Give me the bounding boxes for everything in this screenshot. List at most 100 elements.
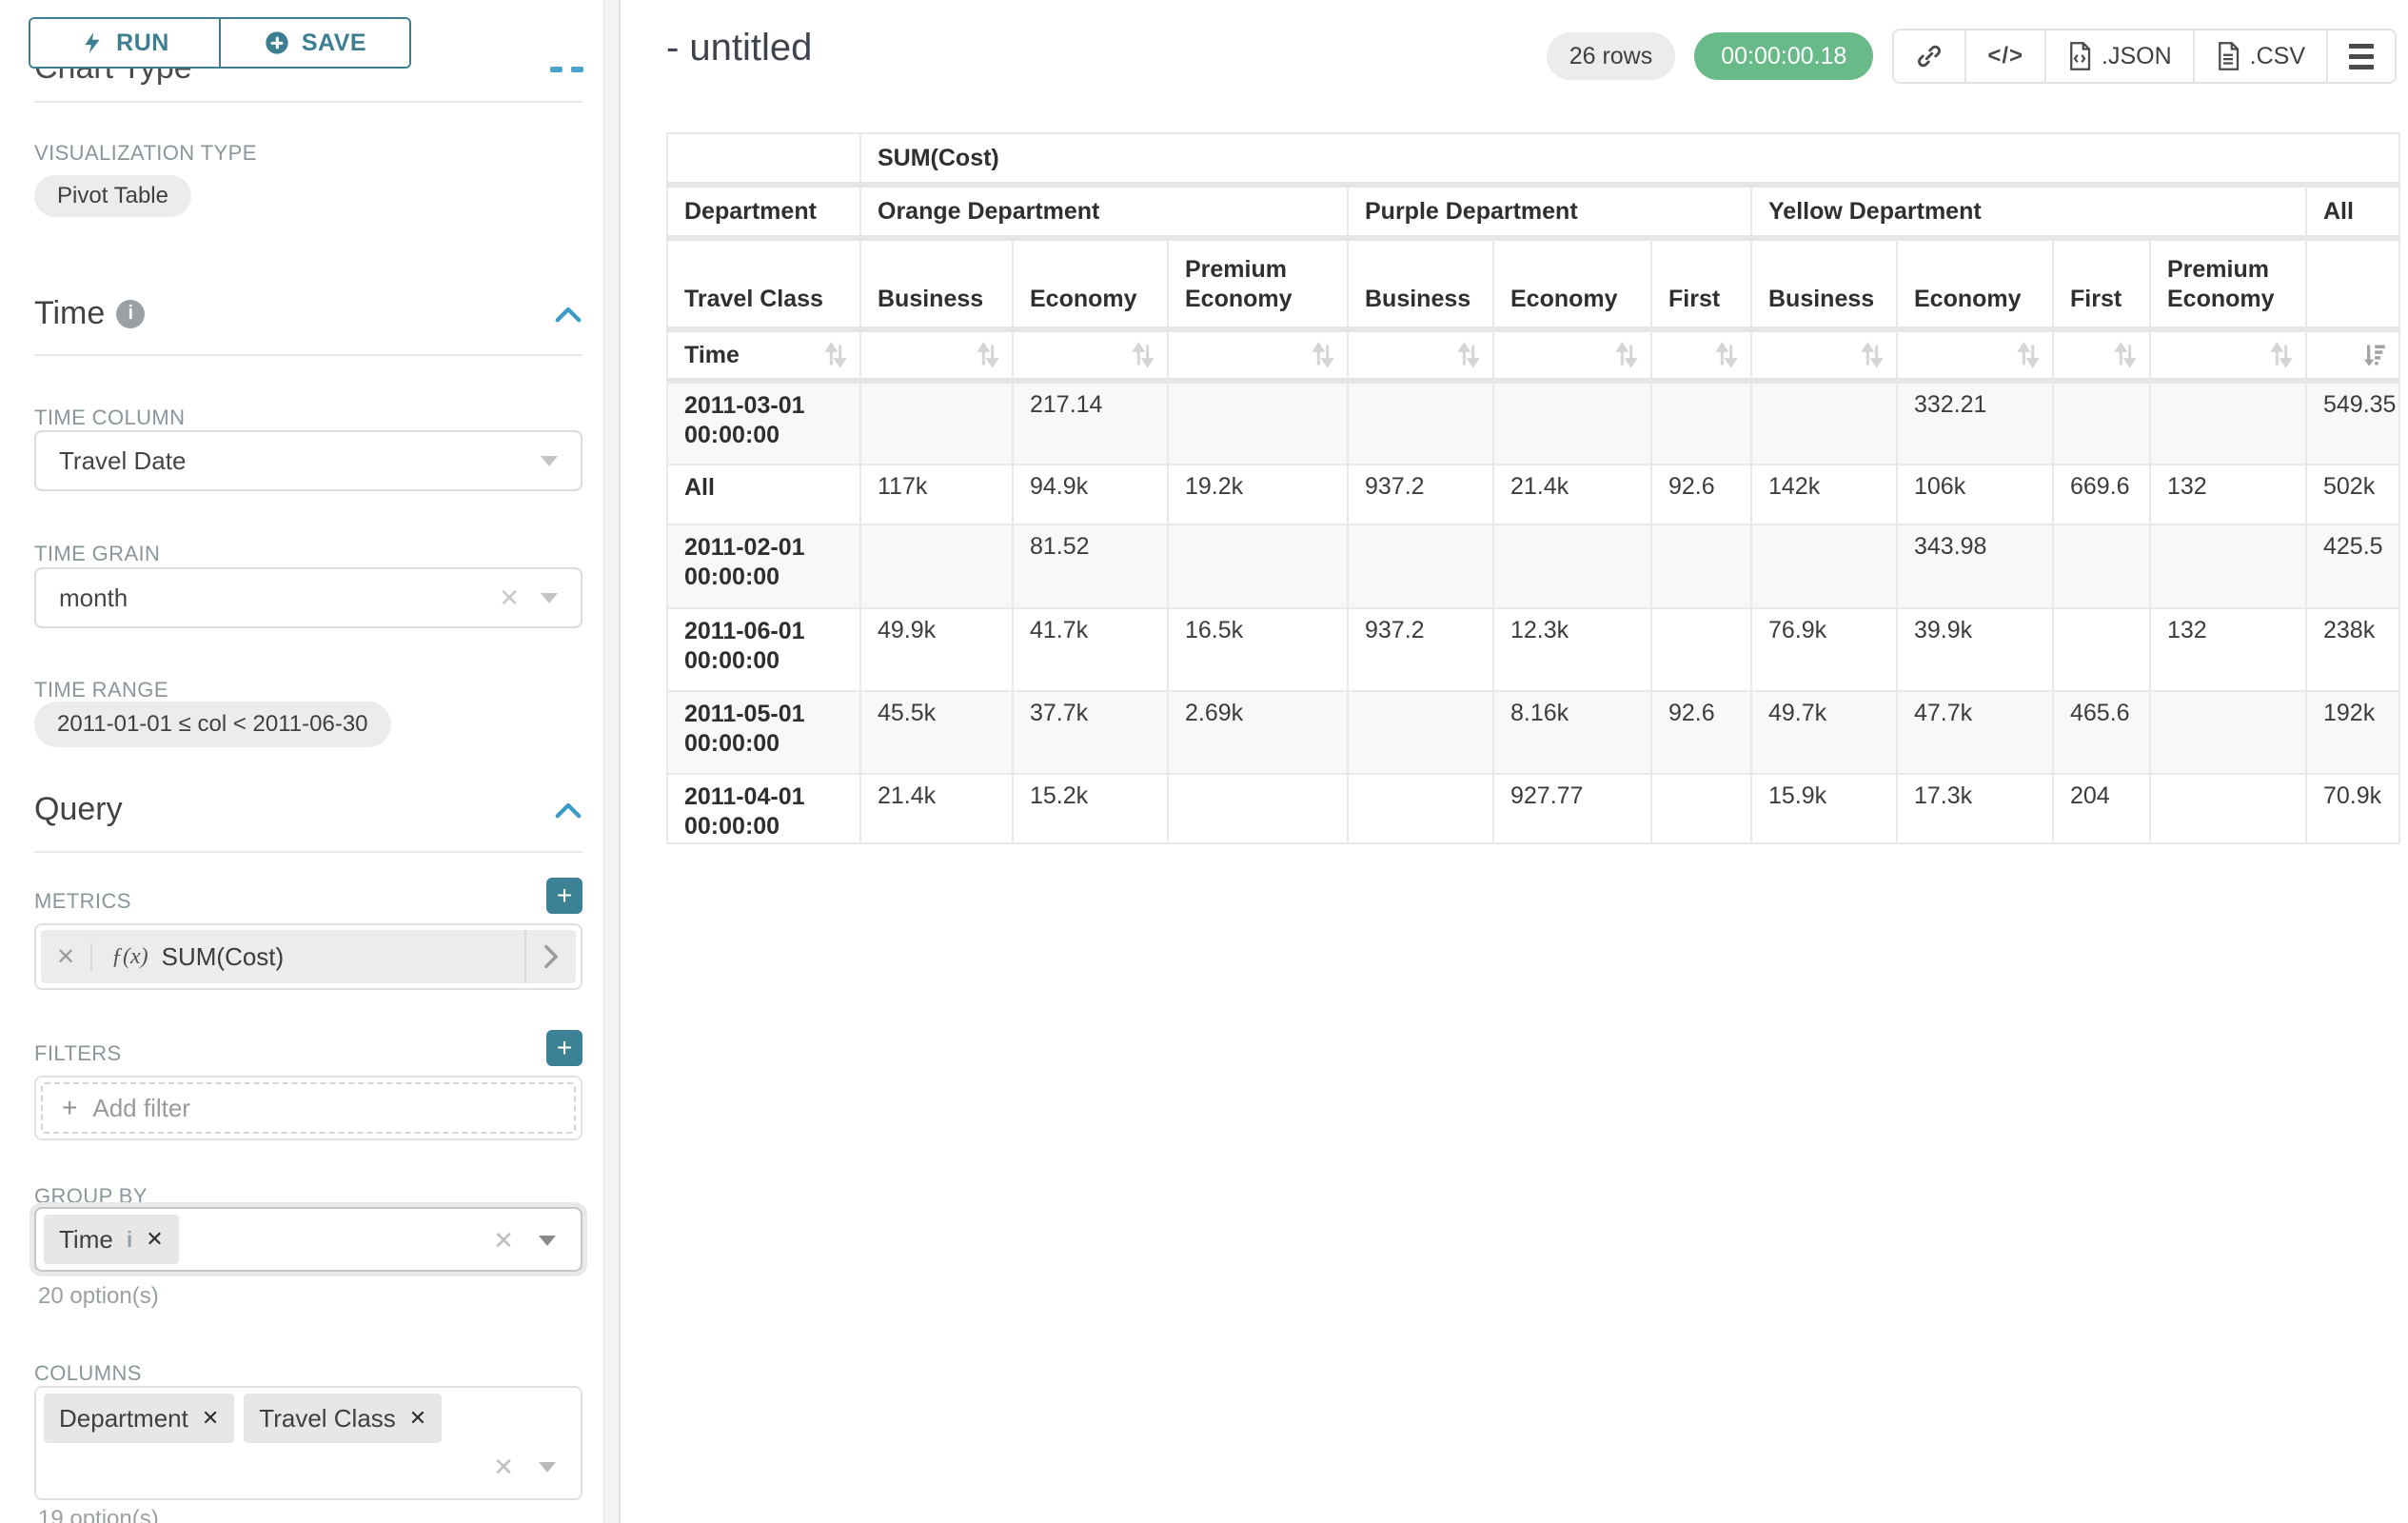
clear-icon[interactable]: ✕ — [493, 1453, 514, 1482]
group-by-select[interactable]: Timei ✕ ✕ — [34, 1207, 582, 1272]
column-sort-cell[interactable] — [2053, 329, 2150, 381]
share-link-button[interactable] — [1894, 30, 1966, 82]
sort-icon — [1860, 342, 1885, 368]
columns-select[interactable]: Department✕Travel Class✕ ✕ — [34, 1386, 582, 1500]
chart-title[interactable]: - untitled — [666, 27, 812, 69]
selected-option-chip[interactable]: Travel Class✕ — [244, 1394, 442, 1443]
control-panel-sidebar: Chart Type RUN SAVE VISUALIZATION TYPE P — [0, 0, 621, 1523]
save-button-label: SAVE — [302, 30, 366, 57]
remove-chip-icon[interactable]: ✕ — [202, 1406, 219, 1431]
save-button[interactable]: SAVE — [221, 19, 409, 67]
superset-explore-screen: Chart Type RUN SAVE VISUALIZATION TYPE P — [0, 0, 2408, 1523]
pivot-data-row: 2011-03-01 00:00:00 217.14 332.21 549.35 — [667, 381, 2399, 465]
value-cell: 343.98 — [1897, 524, 2053, 608]
value-cell: 49.7k — [1751, 691, 1897, 774]
column-sort-cell[interactable] — [1751, 329, 1897, 381]
metric-pill[interactable]: ✕ ƒ(x) SUM(Cost) — [41, 930, 576, 983]
clear-icon[interactable]: ✕ — [499, 583, 520, 613]
chevron-up-icon[interactable] — [554, 800, 582, 821]
pivot-data-row: 2011-06-01 00:00:0049.9k41.7k16.5k937.21… — [667, 608, 2399, 691]
view-query-button[interactable]: </> — [1966, 30, 2046, 82]
value-cell — [1168, 381, 1348, 465]
json-label: .JSON — [2102, 43, 2172, 70]
expand-metric-icon[interactable] — [524, 930, 576, 983]
time-range-pill[interactable]: 2011-01-01 ≤ col < 2011-06-30 — [34, 702, 391, 747]
menu-button[interactable] — [2328, 30, 2395, 82]
section-divider — [34, 354, 582, 356]
column-sort-cell[interactable] — [1168, 329, 1348, 381]
value-cell: 937.2 — [1348, 608, 1493, 691]
column-sort-cell[interactable] — [1651, 329, 1751, 381]
column-sort-cell[interactable] — [860, 329, 1013, 381]
pivot-table-container: SUM(Cost) DepartmentOrange DepartmentPur… — [666, 132, 2400, 844]
value-cell — [1348, 524, 1493, 608]
travel-class-corner-cell: Travel Class — [667, 238, 860, 329]
remove-metric-icon[interactable]: ✕ — [41, 943, 92, 971]
department-group-cell: All — [2306, 185, 2399, 238]
row-label-cell: 2011-04-01 00:00:00 — [667, 774, 860, 843]
value-cell: 92.6 — [1651, 465, 1751, 524]
value-cell — [2053, 608, 2150, 691]
column-sort-cell[interactable] — [1493, 329, 1651, 381]
pivot-data-row: 2011-05-01 00:00:0045.5k37.7k2.69k8.16k9… — [667, 691, 2399, 774]
value-cell: 217.14 — [1013, 381, 1168, 465]
export-json-button[interactable]: .JSON — [2046, 30, 2195, 82]
value-cell: 549.35 — [2306, 381, 2399, 465]
json-file-icon — [2067, 42, 2092, 70]
add-filter-plus-button[interactable]: + — [546, 1030, 582, 1066]
value-cell: 41.7k — [1013, 608, 1168, 691]
value-cell — [1348, 381, 1493, 465]
dropdown-arrow-icon[interactable] — [539, 1236, 556, 1246]
sort-row: Time — [667, 329, 2399, 381]
group-by-options-hint: 20 option(s) — [38, 1283, 159, 1310]
row-label-cell: 2011-02-01 00:00:00 — [667, 524, 860, 608]
value-cell — [2053, 524, 2150, 608]
section-divider — [34, 101, 582, 103]
caret-down-icon[interactable] — [541, 456, 558, 466]
column-sort-cell[interactable] — [2150, 329, 2306, 381]
sort-icon — [1714, 342, 1739, 368]
travel-class-cell: Business — [1751, 238, 1897, 329]
dropdown-arrow-icon[interactable] — [539, 1462, 556, 1473]
clear-icon[interactable]: ✕ — [493, 1226, 514, 1256]
sort-icon — [1131, 342, 1155, 368]
time-column-select[interactable]: Travel Date — [34, 430, 582, 491]
value-cell: 204 — [2053, 774, 2150, 843]
time-grain-select[interactable]: month ✕ — [34, 567, 582, 628]
remove-chip-icon[interactable]: ✕ — [146, 1227, 163, 1252]
value-cell: 39.9k — [1897, 608, 2053, 691]
sort-icon — [2016, 342, 2041, 368]
value-cell: 2.69k — [1168, 691, 1348, 774]
caret-down-icon[interactable] — [541, 593, 558, 603]
metric-header-row: SUM(Cost) — [667, 133, 2399, 185]
export-csv-button[interactable]: .CSV — [2195, 30, 2328, 82]
sidebar-scrollbar[interactable] — [603, 0, 619, 1523]
plus-circle-icon — [264, 30, 290, 56]
hamburger-icon — [2349, 44, 2374, 69]
run-button[interactable]: RUN — [30, 19, 221, 67]
columns-options-hint: 19 option(s) — [38, 1506, 159, 1523]
value-cell: 332.21 — [1897, 381, 2053, 465]
selected-option-chip[interactable]: Timei ✕ — [44, 1215, 179, 1264]
time-sort-cell[interactable]: Time — [667, 329, 860, 381]
value-cell: 16.5k — [1168, 608, 1348, 691]
visualization-type-label: VISUALIZATION TYPE — [34, 141, 257, 166]
column-sort-cell[interactable] — [1897, 329, 2053, 381]
column-sort-cell[interactable] — [1348, 329, 1493, 381]
info-icon: i — [127, 1227, 132, 1253]
row-label-cell: 2011-03-01 00:00:00 — [667, 381, 860, 465]
add-filter-button[interactable]: + Add filter — [41, 1082, 576, 1134]
visualization-type-pill[interactable]: Pivot Table — [34, 175, 191, 217]
remove-chip-icon[interactable]: ✕ — [409, 1406, 426, 1431]
sort-by-total-cell[interactable] — [2306, 329, 2399, 381]
time-section-title: Time — [34, 295, 105, 332]
add-metric-button[interactable]: + — [546, 878, 582, 914]
chip-label: Time — [59, 1225, 113, 1255]
value-cell: 132 — [2150, 465, 2306, 524]
chevron-up-icon[interactable] — [554, 304, 582, 325]
filters-label-row: FILTERS + — [34, 1030, 582, 1066]
selected-option-chip[interactable]: Department✕ — [44, 1394, 234, 1443]
column-sort-cell[interactable] — [1013, 329, 1168, 381]
value-cell: 12.3k — [1493, 608, 1651, 691]
travel-class-cell — [2306, 238, 2399, 329]
